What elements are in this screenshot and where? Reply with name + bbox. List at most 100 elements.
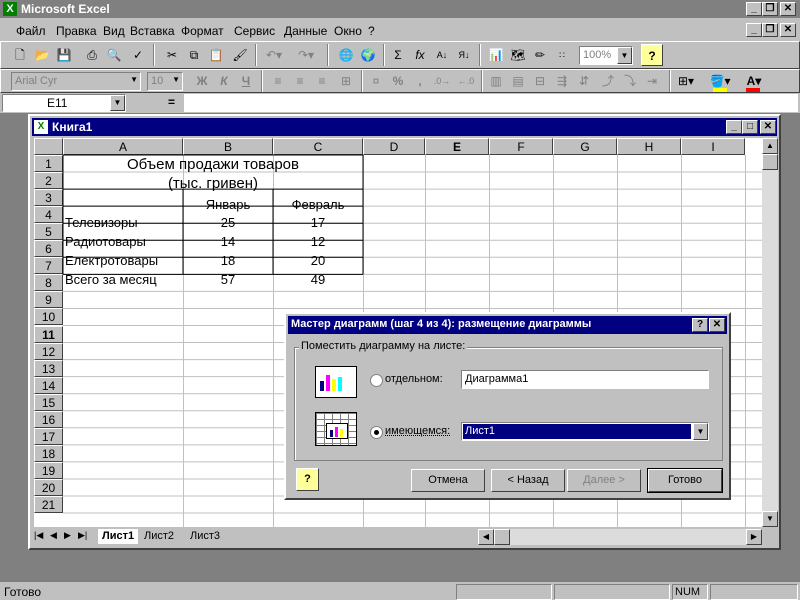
wb-minimize-button[interactable]: _ <box>726 120 742 134</box>
menu-tools[interactable]: Сервис <box>234 22 275 40</box>
underline-button[interactable]: Ч <box>235 70 257 92</box>
scroll-left-button[interactable]: ◀ <box>478 529 494 545</box>
sheet-tab-1[interactable]: Лист1 <box>98 529 139 544</box>
percent-icon[interactable]: % <box>387 70 409 92</box>
vertical-scrollbar[interactable]: ▲ ▼ <box>762 138 778 527</box>
existing-sheet-select[interactable]: Лист1 ▼ <box>461 422 709 441</box>
wb-close-button[interactable]: ✕ <box>760 120 776 134</box>
radio-existing[interactable] <box>370 426 383 439</box>
chart-legend-icon[interactable]: ▤ <box>507 70 529 92</box>
help-icon[interactable]: ? <box>641 44 663 66</box>
minimize-button[interactable]: _ <box>746 2 762 16</box>
autosum-icon[interactable]: Σ <box>387 44 409 66</box>
separate-sheet-name-input[interactable]: Диаграмма1 <box>461 370 709 389</box>
menu-format[interactable]: Формат <box>181 22 224 40</box>
function-icon[interactable]: fx <box>409 44 431 66</box>
finish-button[interactable]: Готово <box>647 468 723 493</box>
formula-input[interactable] <box>184 94 798 112</box>
copy-icon[interactable]: ⧉ <box>183 44 205 66</box>
cut-icon[interactable]: ✂ <box>161 44 183 66</box>
zoom-select[interactable]: 100% ▼ <box>579 46 633 65</box>
bold-button[interactable]: Ж <box>191 70 213 92</box>
italic-button[interactable]: К <box>213 70 235 92</box>
angle-text-down-icon[interactable]: ⤵ <box>619 70 641 92</box>
angle-text-up-icon[interactable]: ⤴ <box>597 70 619 92</box>
open-icon[interactable]: 📂 <box>31 44 53 66</box>
undo-icon[interactable]: ↶▾ <box>263 44 285 66</box>
drawing-icon[interactable]: ✏ <box>529 44 551 66</box>
back-button[interactable]: < Назад <box>491 469 565 492</box>
menu-insert[interactable]: Вставка <box>130 22 175 40</box>
sheet-tab-2[interactable]: Лист2 <box>144 529 174 544</box>
radio-separate[interactable] <box>370 374 383 387</box>
indent-icon[interactable]: ⇥ <box>641 70 663 92</box>
merge-center-icon[interactable]: ⊞ <box>335 70 357 92</box>
office-assistant-button[interactable]: ? <box>296 468 319 491</box>
borders-icon[interactable]: ⊞▾ <box>675 70 697 92</box>
save-icon[interactable]: 💾 <box>53 44 75 66</box>
menu-window[interactable]: Окно <box>334 22 362 40</box>
scroll-right-button[interactable]: ▶ <box>746 529 762 545</box>
wb-maximize-button[interactable]: □ <box>742 120 758 134</box>
scroll-down-button[interactable]: ▼ <box>762 511 778 527</box>
doc-restore-button[interactable]: ❐ <box>762 23 778 37</box>
chevron-down-icon[interactable]: ▼ <box>172 75 180 84</box>
size-select[interactable]: 10 ▼ <box>147 72 183 91</box>
map-icon[interactable]: 🗺 <box>507 44 529 66</box>
by-row-icon[interactable]: ⇶ <box>551 70 573 92</box>
increase-decimal-icon[interactable]: .0→ <box>431 70 453 92</box>
last-sheet-icon[interactable]: ▶| <box>78 530 87 541</box>
align-left-icon[interactable]: ≡ <box>267 70 289 92</box>
hyperlink-icon[interactable]: 🌐 <box>335 44 357 66</box>
spelling-icon[interactable]: ✓ <box>127 44 149 66</box>
align-right-icon[interactable]: ≡ <box>311 70 333 92</box>
next-sheet-icon[interactable]: ▶ <box>64 530 71 541</box>
comma-button[interactable]: , <box>409 70 431 92</box>
paste-icon[interactable]: 📋 <box>205 44 227 66</box>
close-button[interactable]: ✕ <box>780 2 796 16</box>
currency-icon[interactable]: ¤ <box>365 70 387 92</box>
chart-type-icon[interactable]: ▥ <box>485 70 507 92</box>
horizontal-scrollbar[interactable]: ◀ ▶ <box>478 529 762 545</box>
zoom-dots-icon[interactable]: ∷ <box>551 44 573 66</box>
menu-view[interactable]: Вид <box>103 22 125 40</box>
by-column-icon[interactable]: ⇵ <box>573 70 595 92</box>
chart-wizard-icon[interactable]: 📊 <box>485 44 507 66</box>
dialog-close-button[interactable]: ✕ <box>709 318 725 332</box>
decrease-decimal-icon[interactable]: ←.0 <box>455 70 477 92</box>
chevron-down-icon[interactable]: ▼ <box>693 423 708 440</box>
menu-data[interactable]: Данные <box>284 22 327 40</box>
scroll-up-button[interactable]: ▲ <box>762 138 778 154</box>
equals-button[interactable]: = <box>168 95 175 109</box>
new-icon[interactable]: 🗋 <box>9 44 31 66</box>
sort-ascending-icon[interactable]: A↓ <box>431 44 453 66</box>
doc-minimize-button[interactable]: _ <box>746 23 762 37</box>
doc-close-button[interactable]: ✕ <box>780 23 796 37</box>
format-painter-icon[interactable]: 🖌 <box>229 44 251 66</box>
chevron-down-icon[interactable]: ▼ <box>617 47 632 64</box>
dialog-help-button[interactable]: ? <box>692 318 708 332</box>
menu-file[interactable]: Файл <box>16 22 46 40</box>
font-name: Arial Cyr <box>15 75 58 87</box>
align-center-icon[interactable]: ≡ <box>289 70 311 92</box>
restore-button[interactable]: ❐ <box>762 2 778 16</box>
data-table-icon[interactable]: ⊟ <box>529 70 551 92</box>
preview-icon[interactable]: 🔍 <box>103 44 125 66</box>
menu-help[interactable]: ? <box>368 22 375 40</box>
web-toolbar-icon[interactable]: 🌍 <box>357 44 379 66</box>
sort-descending-icon[interactable]: Я↓ <box>453 44 475 66</box>
font-select[interactable]: Arial Cyr ▼ <box>11 72 141 91</box>
sheet-tab-3[interactable]: Лист3 <box>190 529 220 544</box>
next-button[interactable]: Далее > <box>567 469 641 492</box>
prev-sheet-icon[interactable]: ◀ <box>50 530 57 541</box>
scroll-thumb[interactable] <box>762 154 778 170</box>
menu-edit[interactable]: Правка <box>56 22 97 40</box>
name-box[interactable]: E11 ▼ <box>2 94 126 112</box>
hscroll-thumb[interactable] <box>494 529 510 545</box>
chevron-down-icon[interactable]: ▼ <box>130 75 138 84</box>
redo-icon[interactable]: ↷▾ <box>295 44 317 66</box>
cancel-button[interactable]: Отмена <box>411 469 485 492</box>
chevron-down-icon[interactable]: ▼ <box>110 95 125 111</box>
first-sheet-icon[interactable]: |◀ <box>34 530 43 541</box>
print-icon[interactable]: ⎙ <box>81 44 103 66</box>
